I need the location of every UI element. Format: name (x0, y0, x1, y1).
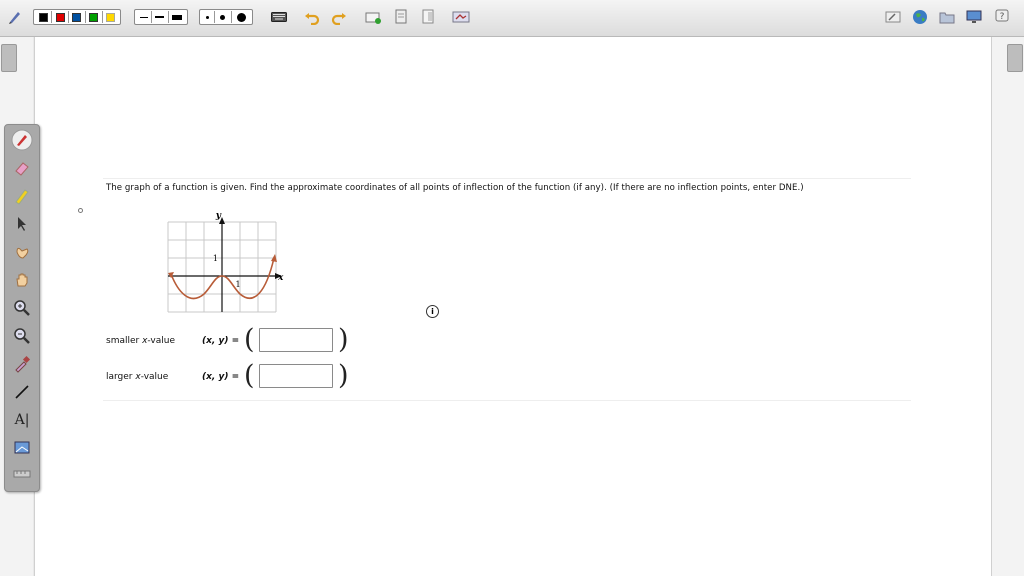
document-icon[interactable] (419, 8, 437, 26)
x-axis-label: x (277, 273, 284, 283)
close-paren: ) (338, 360, 349, 391)
larger-xy-equals: (x, y) = (202, 372, 240, 382)
select-arrow-icon[interactable] (10, 213, 34, 235)
redo-icon[interactable] (330, 8, 348, 26)
highlighter-icon[interactable] (10, 185, 34, 207)
color-green-swatch[interactable] (89, 12, 99, 22)
zoom-in-icon[interactable] (10, 297, 34, 319)
color-red-swatch[interactable] (55, 12, 65, 22)
larger-x-answer-input[interactable] (259, 364, 333, 388)
divider (68, 11, 70, 23)
pen-settings-icon[interactable] (6, 8, 24, 26)
info-icon[interactable]: i (426, 305, 439, 318)
pointer-hand-icon[interactable] (10, 241, 34, 263)
left-sidebar-toggle[interactable] (1, 44, 17, 72)
pan-hand-icon[interactable] (10, 269, 34, 291)
pen-tool-icon[interactable] (10, 129, 34, 151)
divider (103, 400, 911, 401)
smaller-xy-equals: (x, y) = (202, 336, 240, 346)
svg-text:?: ? (1000, 12, 1005, 22)
text-tool-icon[interactable]: A| (10, 409, 34, 431)
color-blue-swatch[interactable] (72, 12, 82, 22)
divider (103, 178, 911, 179)
line-medium-option[interactable] (155, 16, 165, 18)
dot-size-picker (199, 9, 253, 25)
globe-icon[interactable] (911, 8, 929, 26)
smaller-x-answer-input[interactable] (259, 328, 333, 352)
dot-small-option[interactable] (205, 15, 209, 19)
top-toolbar: ? (0, 0, 1024, 37)
right-sidebar-toggle[interactable] (1007, 44, 1023, 72)
function-graph: y x 1 1 (158, 208, 288, 320)
divider (151, 11, 153, 23)
color-palette (33, 9, 121, 25)
eraser-icon[interactable] (10, 157, 34, 179)
divider (230, 11, 232, 23)
shape-tool-icon[interactable] (10, 437, 34, 459)
help-icon[interactable]: ? (993, 8, 1011, 26)
graph-svg: y x 1 1 (167, 211, 284, 313)
divider (101, 11, 103, 23)
question-text: The graph of a function is given. Find t… (106, 183, 804, 193)
larger-x-label: larger x-value (106, 372, 169, 382)
keyboard-icon[interactable] (270, 8, 288, 26)
dot-medium-option[interactable] (220, 14, 226, 20)
display-icon[interactable] (965, 8, 983, 26)
bullet-marker (78, 208, 83, 213)
line-thin-option[interactable] (139, 16, 148, 18)
eyedropper-icon[interactable] (10, 353, 34, 375)
divider (84, 11, 86, 23)
divider (51, 11, 53, 23)
divider (214, 11, 216, 23)
line-width-picker (134, 9, 188, 25)
add-page-icon[interactable] (364, 8, 382, 26)
zoom-out-icon[interactable] (10, 325, 34, 347)
color-yellow-swatch[interactable] (106, 12, 116, 22)
divider (167, 11, 169, 23)
page-icon[interactable] (392, 8, 410, 26)
y-tick-label: 1 (213, 254, 218, 263)
open-paren: ( (244, 360, 255, 391)
line-thick-option[interactable] (172, 14, 183, 20)
dot-large-option[interactable] (237, 12, 247, 22)
tool-palette: A| (4, 124, 40, 492)
close-paren: ) (338, 324, 349, 355)
undo-icon[interactable] (303, 8, 321, 26)
color-black-swatch[interactable] (38, 12, 48, 22)
right-margin (991, 37, 1024, 576)
open-paren: ( (244, 324, 255, 355)
folder-icon[interactable] (938, 8, 956, 26)
line-tool-icon[interactable] (10, 381, 34, 403)
properties-icon[interactable] (884, 8, 902, 26)
screen-capture-icon[interactable] (452, 8, 470, 26)
ruler-icon[interactable] (10, 463, 34, 485)
x-tick-label: 1 (235, 280, 240, 289)
smaller-x-label: smaller x-value (106, 336, 175, 346)
y-axis-label: y (215, 211, 222, 221)
